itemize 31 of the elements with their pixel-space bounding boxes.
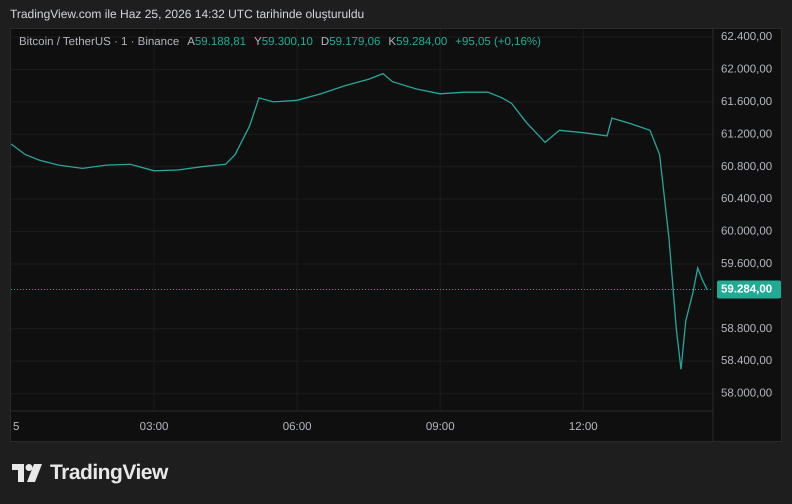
ohlc-value: 59.188,81 (194, 36, 246, 48)
ohlc-value: 59.179,06 (329, 36, 380, 48)
price-tick-label: 62.400,00 (721, 31, 772, 44)
brand-name: TradingView (50, 461, 168, 485)
time-tick-label: 06:00 (282, 421, 312, 434)
price-tick-label: 59.600,00 (721, 258, 772, 270)
ohlc-value: 59.284,00 (396, 36, 448, 48)
price-tick-label: 58.400,00 (721, 355, 772, 368)
time-tick-label: 12:00 (568, 421, 598, 434)
price-tick-label: 58.000,00 (721, 388, 772, 400)
price-change: +95,05 (+0,16%) (455, 36, 541, 48)
price-tick-label: 62.000,00 (721, 64, 772, 76)
ohlc-label: A (187, 36, 195, 48)
ohlc-label: D (320, 36, 330, 48)
time-tick-label: 5 (13, 421, 20, 434)
price-tick-label: 61.600,00 (721, 96, 772, 108)
last-price-badge: 59.284,00 (717, 280, 781, 299)
price-tick-label: 60.800,00 (721, 160, 772, 173)
ohlc-label: Y (254, 36, 262, 48)
snapshot-caption: TradingView.com ile Haz 25, 2026 14:32 UTC tarihinde oluşturuldu (10, 7, 364, 21)
ohlc-value: 59.300,10 (262, 36, 313, 48)
time-tick-label: 03:00 (140, 421, 168, 434)
price-tick-label: 60.400,00 (721, 193, 772, 206)
logo-icon (12, 464, 42, 482)
price-tick-label: 58.800,00 (721, 322, 772, 335)
price-tick-label: 61.200,00 (721, 128, 772, 140)
time-tick-label: 09:00 (426, 421, 455, 434)
symbol-title: Bitcoin / TetherUS · 1 · Binance (19, 36, 180, 48)
ref-line-label: 59.284,00 (721, 284, 772, 296)
price-tick-label: 60.000,00 (721, 226, 772, 238)
ohlc-label: K (388, 36, 396, 48)
